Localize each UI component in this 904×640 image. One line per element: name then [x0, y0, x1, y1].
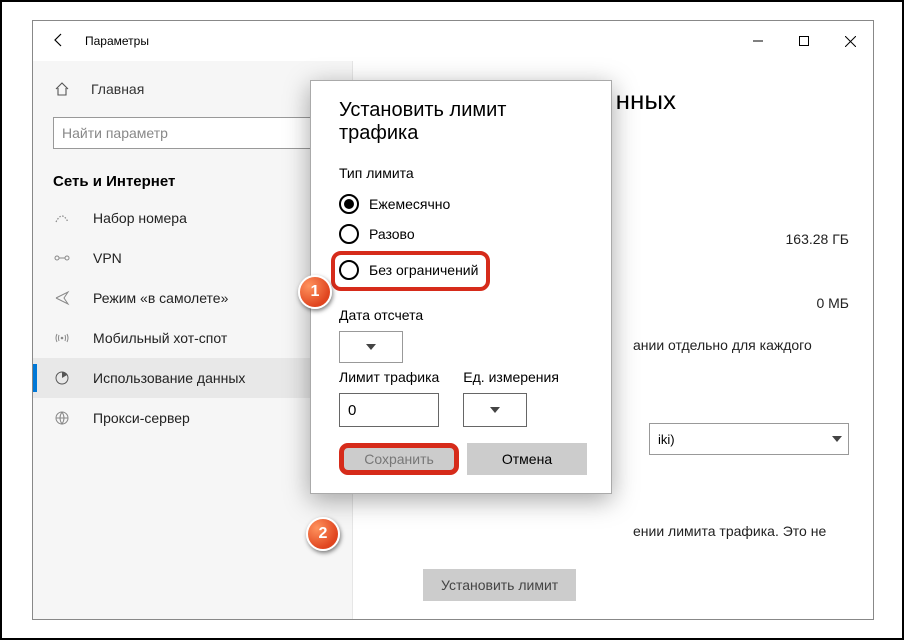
chevron-down-icon [366, 344, 376, 350]
sidebar-item-label: VPN [93, 250, 122, 266]
search-placeholder: Найти параметр [62, 125, 168, 141]
desc2-fragment: ении лимита трафика. Это не [633, 523, 826, 539]
sidebar-item-label: Режим «в самолете» [93, 290, 228, 306]
network-dropdown[interactable]: iki) [649, 423, 849, 455]
radio-label: Ежемесячно [369, 196, 450, 212]
maximize-button[interactable] [781, 21, 827, 61]
hotspot-icon [53, 331, 71, 345]
sidebar-item-usage[interactable]: Использование данных [33, 358, 352, 398]
highlight-unlimited: Без ограничений [331, 251, 490, 291]
radio-unlimited[interactable]: Без ограничений [339, 257, 478, 283]
sidebar-item-label: Использование данных [93, 370, 245, 386]
unit-select[interactable] [463, 393, 527, 427]
airplane-icon [53, 290, 71, 306]
search-input[interactable]: Найти параметр [53, 117, 332, 149]
radio-label: Без ограничений [369, 262, 478, 278]
window-title: Параметры [85, 34, 149, 48]
usage-icon [53, 370, 71, 386]
radio-label: Разово [369, 226, 415, 242]
close-button[interactable] [827, 21, 873, 61]
sidebar-home[interactable]: Главная [33, 69, 352, 109]
dropdown-value: iki) [658, 432, 675, 447]
data-value-2: 0 МБ [816, 295, 849, 311]
save-button[interactable]: Сохранить [339, 443, 459, 475]
traffic-limit-input[interactable] [339, 393, 439, 427]
sidebar-item-vpn[interactable]: VPN [33, 238, 352, 278]
dialog-title: Установить лимит трафика [339, 99, 583, 145]
countdown-select[interactable] [339, 331, 403, 363]
desc-fragment: ании отдельно для каждого [633, 337, 812, 353]
radio-icon [339, 260, 359, 280]
chevron-down-icon [490, 407, 500, 413]
annotation-marker-2: 2 [306, 517, 340, 551]
sidebar-item-label: Прокси-сервер [93, 410, 190, 426]
sidebar-home-label: Главная [91, 81, 144, 97]
home-icon [53, 81, 71, 97]
sidebar-item-label: Набор номера [93, 210, 187, 226]
sidebar-item-dialup[interactable]: Набор номера [33, 198, 352, 238]
sidebar: Главная Найти параметр Сеть и Интернет Н… [33, 61, 353, 619]
sidebar-item-hotspot[interactable]: Мобильный хот-спот [33, 318, 352, 358]
unit-label: Ед. измерения [463, 369, 559, 385]
sidebar-item-label: Мобильный хот-спот [93, 330, 227, 346]
radio-monthly[interactable]: Ежемесячно [339, 189, 583, 219]
minimize-button[interactable] [735, 21, 781, 61]
chevron-down-icon [832, 436, 842, 442]
sidebar-item-proxy[interactable]: Прокси-сервер [33, 398, 352, 438]
radio-icon [339, 224, 359, 244]
data-value-1: 163.28 ГБ [786, 231, 849, 247]
sidebar-section-title: Сеть и Интернет [33, 163, 352, 198]
traffic-limit-label: Лимит трафика [339, 369, 439, 385]
radio-icon [339, 194, 359, 214]
limit-type-label: Тип лимита [339, 165, 583, 181]
proxy-icon [53, 410, 71, 426]
titlebar: Параметры [33, 21, 873, 61]
back-icon[interactable] [51, 32, 67, 51]
annotation-marker-1: 1 [298, 275, 332, 309]
set-limit-button[interactable]: Установить лимит [423, 569, 576, 601]
vpn-icon [53, 252, 71, 264]
countdown-label: Дата отсчета [339, 307, 583, 323]
dialup-icon [53, 212, 71, 224]
radio-once[interactable]: Разово [339, 219, 583, 249]
set-limit-dialog: Установить лимит трафика Тип лимита Ежем… [310, 80, 612, 494]
cancel-button[interactable]: Отмена [467, 443, 587, 475]
